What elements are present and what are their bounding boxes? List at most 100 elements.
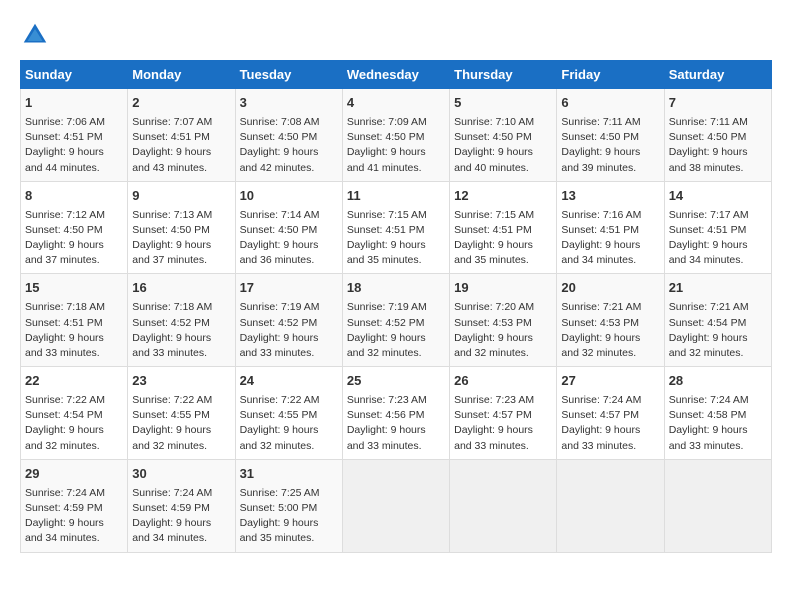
sunrise-text: Sunrise: 7:13 AM (132, 209, 212, 221)
day-number: 30 (132, 465, 230, 484)
sunrise-text: Sunrise: 7:23 AM (347, 394, 427, 406)
daylight-text: Daylight: 9 hours and 33 minutes. (561, 424, 640, 451)
day-number: 23 (132, 372, 230, 391)
sunset-text: Sunset: 4:51 PM (25, 131, 103, 143)
day-number: 21 (669, 279, 767, 298)
sunset-text: Sunset: 4:51 PM (25, 317, 103, 329)
sunset-text: Sunset: 4:50 PM (561, 131, 639, 143)
day-number: 15 (25, 279, 123, 298)
day-number: 10 (240, 187, 338, 206)
sunset-text: Sunset: 4:50 PM (240, 131, 318, 143)
day-number: 11 (347, 187, 445, 206)
sunset-text: Sunset: 4:53 PM (561, 317, 639, 329)
daylight-text: Daylight: 9 hours and 37 minutes. (25, 239, 104, 266)
calendar-cell-5-1: 29Sunrise: 7:24 AMSunset: 4:59 PMDayligh… (21, 459, 128, 552)
sunrise-text: Sunrise: 7:19 AM (240, 301, 320, 313)
sunrise-text: Sunrise: 7:15 AM (454, 209, 534, 221)
daylight-text: Daylight: 9 hours and 33 minutes. (669, 424, 748, 451)
sunrise-text: Sunrise: 7:08 AM (240, 116, 320, 128)
sunrise-text: Sunrise: 7:22 AM (132, 394, 212, 406)
sunrise-text: Sunrise: 7:18 AM (25, 301, 105, 313)
daylight-text: Daylight: 9 hours and 32 minutes. (240, 424, 319, 451)
sunset-text: Sunset: 4:50 PM (669, 131, 747, 143)
calendar-week-4: 22Sunrise: 7:22 AMSunset: 4:54 PMDayligh… (21, 367, 772, 460)
logo-icon (20, 20, 50, 50)
calendar-cell-3-5: 19Sunrise: 7:20 AMSunset: 4:53 PMDayligh… (450, 274, 557, 367)
sunrise-text: Sunrise: 7:15 AM (347, 209, 427, 221)
daylight-text: Daylight: 9 hours and 39 minutes. (561, 146, 640, 173)
sunrise-text: Sunrise: 7:14 AM (240, 209, 320, 221)
sunrise-text: Sunrise: 7:24 AM (669, 394, 749, 406)
day-number: 18 (347, 279, 445, 298)
sunrise-text: Sunrise: 7:11 AM (561, 116, 640, 128)
sunrise-text: Sunrise: 7:12 AM (25, 209, 105, 221)
logo (20, 20, 54, 50)
daylight-text: Daylight: 9 hours and 35 minutes. (347, 239, 426, 266)
header-wednesday: Wednesday (342, 61, 449, 89)
calendar-week-1: 1Sunrise: 7:06 AMSunset: 4:51 PMDaylight… (21, 89, 772, 182)
daylight-text: Daylight: 9 hours and 32 minutes. (454, 332, 533, 359)
calendar-cell-1-5: 5Sunrise: 7:10 AMSunset: 4:50 PMDaylight… (450, 89, 557, 182)
sunrise-text: Sunrise: 7:18 AM (132, 301, 212, 313)
sunrise-text: Sunrise: 7:19 AM (347, 301, 427, 313)
day-number: 19 (454, 279, 552, 298)
day-number: 26 (454, 372, 552, 391)
sunset-text: Sunset: 4:58 PM (669, 409, 747, 421)
header-sunday: Sunday (21, 61, 128, 89)
daylight-text: Daylight: 9 hours and 33 minutes. (132, 332, 211, 359)
calendar-table: SundayMondayTuesdayWednesdayThursdayFrid… (20, 60, 772, 553)
sunset-text: Sunset: 4:50 PM (347, 131, 425, 143)
sunset-text: Sunset: 4:57 PM (454, 409, 532, 421)
sunset-text: Sunset: 4:53 PM (454, 317, 532, 329)
header-tuesday: Tuesday (235, 61, 342, 89)
calendar-cell-2-7: 14Sunrise: 7:17 AMSunset: 4:51 PMDayligh… (664, 181, 771, 274)
day-number: 13 (561, 187, 659, 206)
sunset-text: Sunset: 4:55 PM (240, 409, 318, 421)
calendar-cell-4-6: 27Sunrise: 7:24 AMSunset: 4:57 PMDayligh… (557, 367, 664, 460)
sunset-text: Sunset: 4:54 PM (669, 317, 747, 329)
calendar-cell-2-6: 13Sunrise: 7:16 AMSunset: 4:51 PMDayligh… (557, 181, 664, 274)
daylight-text: Daylight: 9 hours and 44 minutes. (25, 146, 104, 173)
daylight-text: Daylight: 9 hours and 36 minutes. (240, 239, 319, 266)
sunset-text: Sunset: 4:51 PM (347, 224, 425, 236)
sunrise-text: Sunrise: 7:17 AM (669, 209, 749, 221)
sunrise-text: Sunrise: 7:21 AM (669, 301, 749, 313)
sunrise-text: Sunrise: 7:11 AM (669, 116, 748, 128)
sunset-text: Sunset: 4:56 PM (347, 409, 425, 421)
day-number: 4 (347, 94, 445, 113)
calendar-cell-5-4 (342, 459, 449, 552)
daylight-text: Daylight: 9 hours and 33 minutes. (240, 332, 319, 359)
sunset-text: Sunset: 4:51 PM (561, 224, 639, 236)
sunrise-text: Sunrise: 7:06 AM (25, 116, 105, 128)
calendar-cell-5-2: 30Sunrise: 7:24 AMSunset: 4:59 PMDayligh… (128, 459, 235, 552)
daylight-text: Daylight: 9 hours and 32 minutes. (669, 332, 748, 359)
day-number: 7 (669, 94, 767, 113)
calendar-cell-3-6: 20Sunrise: 7:21 AMSunset: 4:53 PMDayligh… (557, 274, 664, 367)
header-monday: Monday (128, 61, 235, 89)
header-friday: Friday (557, 61, 664, 89)
sunrise-text: Sunrise: 7:10 AM (454, 116, 534, 128)
calendar-cell-4-2: 23Sunrise: 7:22 AMSunset: 4:55 PMDayligh… (128, 367, 235, 460)
sunrise-text: Sunrise: 7:24 AM (561, 394, 641, 406)
day-number: 2 (132, 94, 230, 113)
calendar-cell-2-5: 12Sunrise: 7:15 AMSunset: 4:51 PMDayligh… (450, 181, 557, 274)
daylight-text: Daylight: 9 hours and 32 minutes. (347, 332, 426, 359)
sunset-text: Sunset: 4:57 PM (561, 409, 639, 421)
sunset-text: Sunset: 4:51 PM (454, 224, 532, 236)
day-number: 24 (240, 372, 338, 391)
day-number: 25 (347, 372, 445, 391)
day-number: 17 (240, 279, 338, 298)
day-number: 5 (454, 94, 552, 113)
sunrise-text: Sunrise: 7:07 AM (132, 116, 212, 128)
daylight-text: Daylight: 9 hours and 33 minutes. (347, 424, 426, 451)
header-thursday: Thursday (450, 61, 557, 89)
day-number: 20 (561, 279, 659, 298)
sunset-text: Sunset: 4:52 PM (347, 317, 425, 329)
daylight-text: Daylight: 9 hours and 33 minutes. (25, 332, 104, 359)
daylight-text: Daylight: 9 hours and 34 minutes. (25, 517, 104, 544)
sunrise-text: Sunrise: 7:24 AM (25, 487, 105, 499)
calendar-cell-2-3: 10Sunrise: 7:14 AMSunset: 4:50 PMDayligh… (235, 181, 342, 274)
calendar-week-3: 15 Sunrise: 7:18 AM Sunset: 4:51 PM Dayligh… (21, 274, 772, 367)
calendar-cell-1-1: 1Sunrise: 7:06 AMSunset: 4:51 PMDaylight… (21, 89, 128, 182)
sunrise-text: Sunrise: 7:22 AM (240, 394, 320, 406)
